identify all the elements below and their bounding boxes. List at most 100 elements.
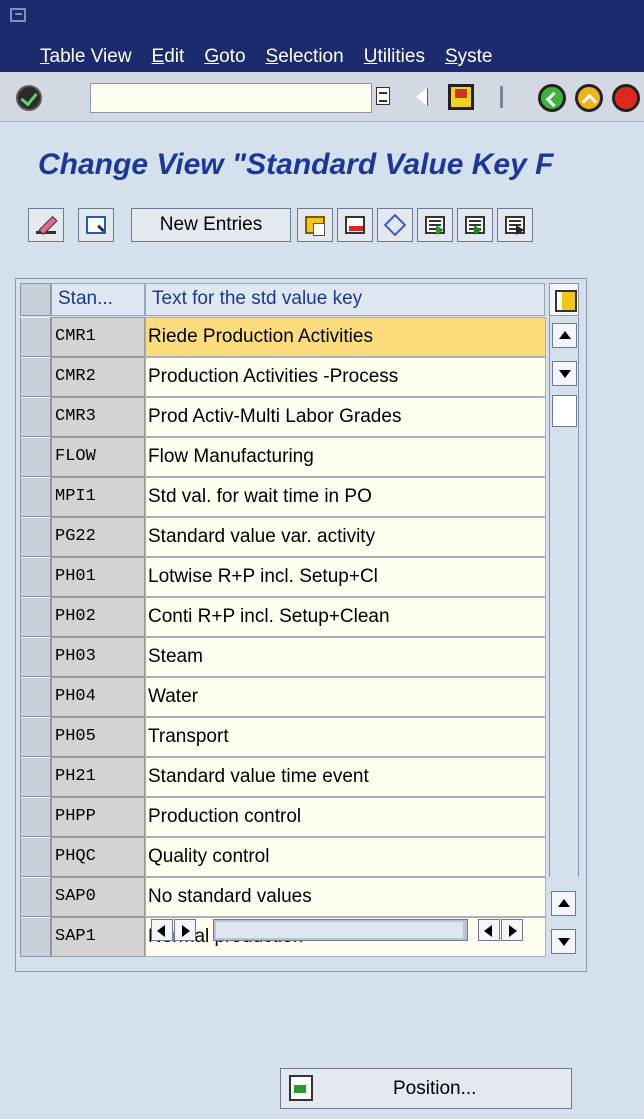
toolbar-separator — [500, 86, 503, 108]
select-block-button[interactable] — [457, 208, 493, 242]
text-cell[interactable]: Production Activities -Process — [145, 357, 546, 397]
page-down-icon[interactable] — [551, 929, 576, 954]
row-selector[interactable] — [20, 797, 51, 837]
cancel-icon[interactable] — [612, 84, 640, 112]
exit-icon[interactable] — [575, 84, 603, 112]
text-cell[interactable]: Standard value time event — [145, 757, 546, 797]
text-cell[interactable]: Steam — [145, 637, 546, 677]
collapse-command-icon[interactable] — [416, 88, 427, 106]
delete-icon — [345, 216, 365, 234]
row-selector[interactable] — [20, 757, 51, 797]
save-icon[interactable] — [448, 84, 474, 110]
key-cell: PHQC — [51, 837, 145, 877]
column-header-text[interactable]: Text for the std value key — [145, 283, 545, 316]
text-cell[interactable]: Transport — [145, 717, 546, 757]
find-button[interactable] — [78, 208, 114, 242]
row-selector[interactable] — [20, 917, 51, 957]
page-scroll-buttons — [549, 877, 579, 957]
text-cell[interactable]: Std val. for wait time in PO — [145, 477, 546, 517]
menu-utilities[interactable]: Utilities — [364, 46, 425, 68]
delete-button[interactable] — [337, 208, 373, 242]
key-cell: PH01 — [51, 557, 145, 597]
text-cell[interactable]: Flow Manufacturing — [145, 437, 546, 477]
row-selector[interactable] — [20, 637, 51, 677]
table-rows: CMR1 Riede Production Activities CMR2 Pr… — [20, 317, 546, 957]
menu-selection[interactable]: Selection — [266, 46, 344, 68]
row-selector[interactable] — [20, 877, 51, 917]
position-button[interactable]: Position... — [280, 1068, 572, 1109]
scroll-right-icon[interactable] — [501, 919, 523, 941]
row-selector[interactable] — [20, 677, 51, 717]
key-cell: PH05 — [51, 717, 145, 757]
row-selector[interactable] — [20, 397, 51, 437]
text-cell[interactable]: Standard value var. activity — [145, 517, 546, 557]
scroll-thumb[interactable] — [552, 395, 577, 427]
table-row: PH05 Transport — [20, 717, 546, 757]
command-history-icon[interactable] — [376, 87, 390, 105]
undo-change-button[interactable] — [377, 208, 413, 242]
menu-items: Table View Edit Goto Selection Utilities… — [40, 46, 513, 68]
row-selector[interactable] — [20, 477, 51, 517]
text-cell[interactable]: Conti R+P incl. Setup+Clean — [145, 597, 546, 637]
enter-checkmark-icon[interactable] — [16, 85, 42, 111]
table-row: PHPP Production control — [20, 797, 546, 837]
menu-table-view[interactable]: Table View — [40, 46, 132, 68]
table-row: FLOW Flow Manufacturing — [20, 437, 546, 477]
row-selector[interactable] — [20, 557, 51, 597]
select-all-button[interactable] — [417, 208, 453, 242]
text-cell[interactable]: Water — [145, 677, 546, 717]
system-menu-icon[interactable] — [10, 8, 26, 22]
command-field[interactable] — [90, 83, 372, 113]
key-cell: FLOW — [51, 437, 145, 477]
table-row: CMR1 Riede Production Activities — [20, 317, 546, 357]
row-selector[interactable] — [20, 317, 51, 357]
menu-edit[interactable]: Edit — [152, 46, 185, 68]
horizontal-scrollbar[interactable] — [213, 919, 468, 941]
row-selector[interactable] — [20, 837, 51, 877]
select-all-icon — [425, 216, 445, 235]
scroll-down-icon[interactable] — [552, 361, 577, 386]
table-settings-icon[interactable] — [549, 283, 579, 316]
table-row: SAP0 No standard values — [20, 877, 546, 917]
vertical-scrollbar[interactable] — [549, 317, 579, 877]
row-selector[interactable] — [20, 597, 51, 637]
standard-toolbar — [0, 72, 644, 122]
table-row: MPI1 Std val. for wait time in PO — [20, 477, 546, 517]
key-cell: SAP1 — [51, 917, 145, 957]
key-cell: PH02 — [51, 597, 145, 637]
menu-goto[interactable]: Goto — [204, 46, 245, 68]
text-cell[interactable]: No standard values — [145, 877, 546, 917]
column-header-key[interactable]: Stan... — [51, 283, 145, 316]
row-selector[interactable] — [20, 357, 51, 397]
deselect-all-button[interactable] — [497, 208, 533, 242]
key-cell: CMR3 — [51, 397, 145, 437]
text-cell[interactable]: Prod Activ-Multi Labor Grades — [145, 397, 546, 437]
key-scroll-left-icon[interactable] — [151, 919, 173, 941]
menu-bar: Table View Edit Goto Selection Utilities… — [0, 0, 644, 72]
row-selector[interactable] — [20, 437, 51, 477]
pencil-icon — [36, 216, 56, 234]
copy-icon — [305, 216, 325, 236]
scroll-up-icon[interactable] — [552, 323, 577, 348]
row-selector[interactable] — [20, 517, 51, 557]
select-all-rows-button[interactable] — [20, 283, 51, 316]
scroll-left-icon[interactable] — [478, 919, 500, 941]
menu-system[interactable]: Syste — [445, 46, 493, 68]
text-cell[interactable]: Lotwise R+P incl. Setup+Cl — [145, 557, 546, 597]
display-change-button[interactable] — [28, 208, 64, 242]
copy-as-button[interactable] — [297, 208, 333, 242]
back-icon[interactable] — [538, 84, 566, 112]
text-cell[interactable]: Riede Production Activities — [145, 317, 546, 357]
application-toolbar: New Entries — [0, 200, 644, 256]
key-cell: PHPP — [51, 797, 145, 837]
key-scroll-right-icon[interactable] — [174, 919, 196, 941]
new-entries-button[interactable]: New Entries — [131, 208, 291, 242]
row-selector[interactable] — [20, 717, 51, 757]
table-row: PH01 Lotwise R+P incl. Setup+Cl — [20, 557, 546, 597]
page-up-icon[interactable] — [551, 891, 576, 916]
table-row: PH21 Standard value time event — [20, 757, 546, 797]
text-cell[interactable]: Production control — [145, 797, 546, 837]
position-icon — [289, 1075, 313, 1101]
table-row: CMR3 Prod Activ-Multi Labor Grades — [20, 397, 546, 437]
text-cell[interactable]: Quality control — [145, 837, 546, 877]
